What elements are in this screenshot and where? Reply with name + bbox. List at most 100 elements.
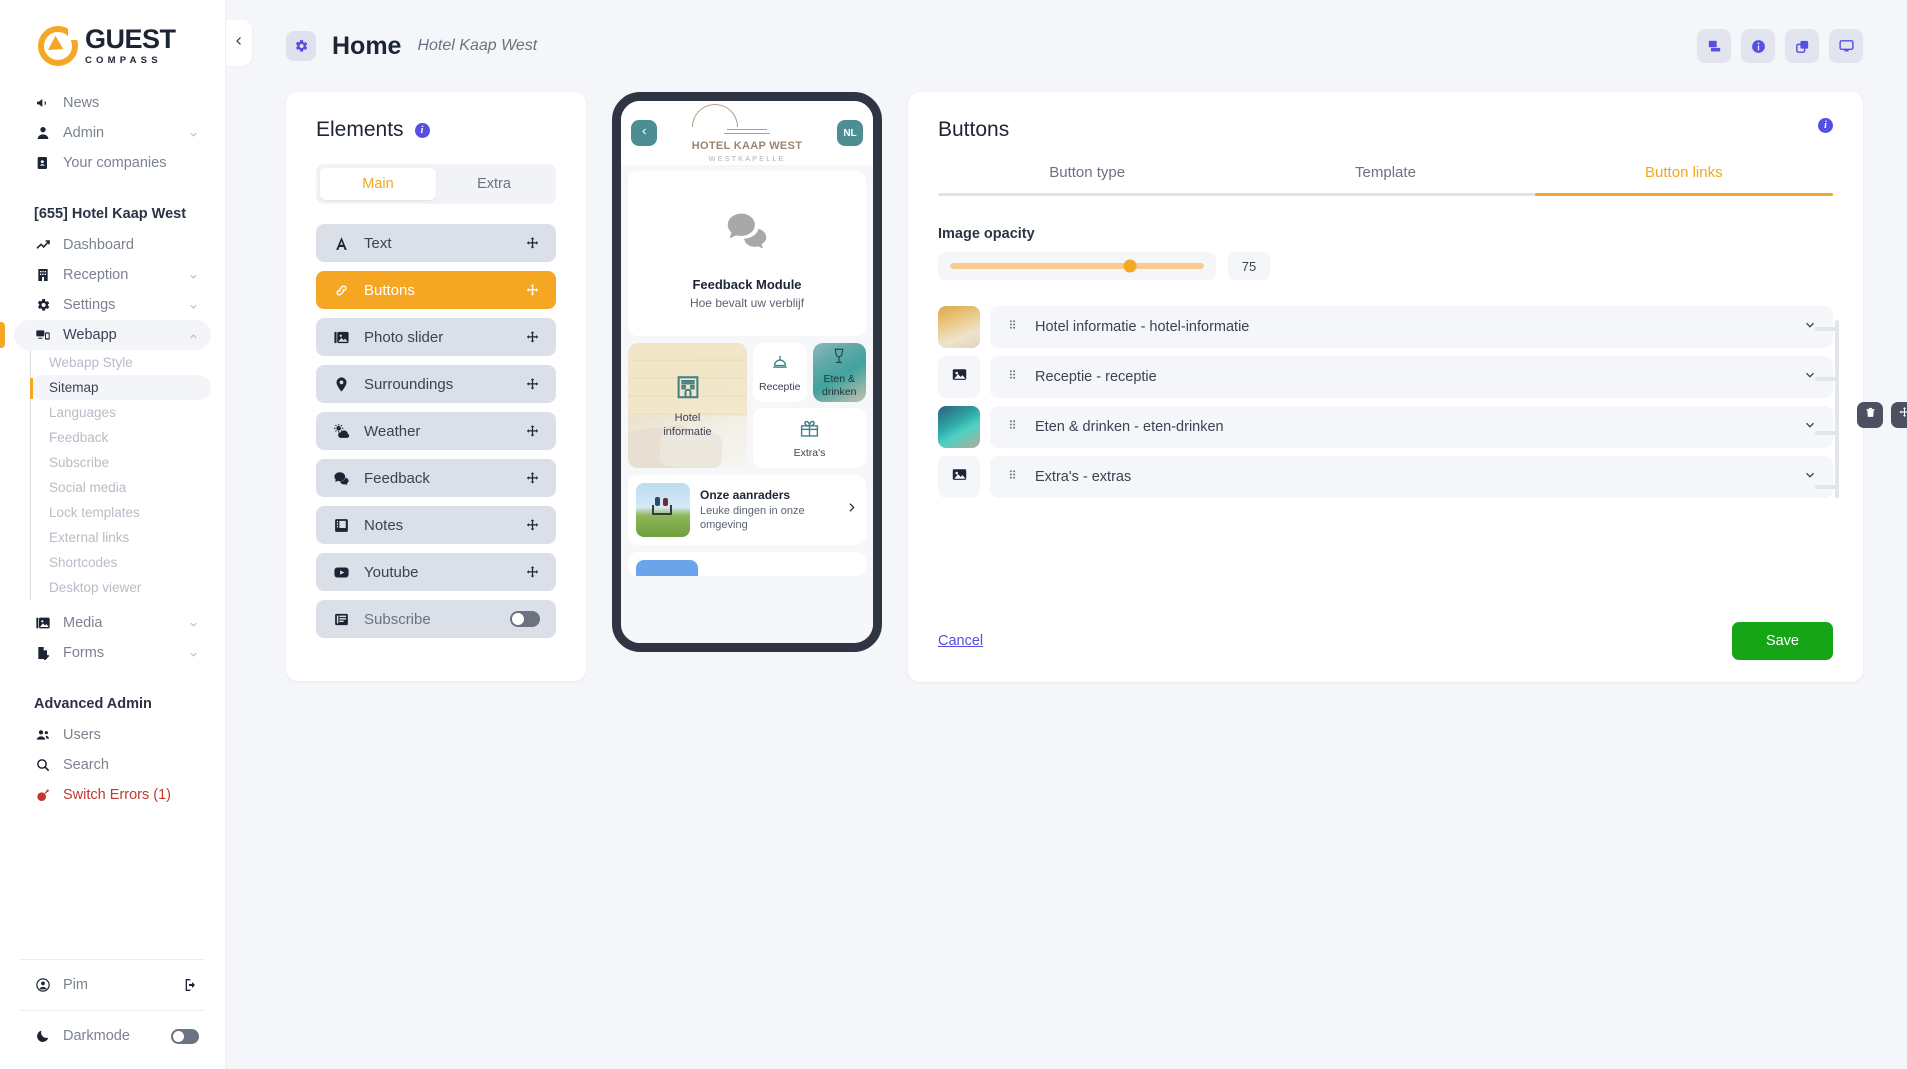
info-button[interactable] xyxy=(1741,29,1775,63)
phone-tile-receptie[interactable]: Receptie xyxy=(753,343,807,402)
tab-template[interactable]: Template xyxy=(1236,164,1534,193)
elements-tabs: Main Extra xyxy=(316,164,556,204)
sidebar-item-webapp[interactable]: Webapp xyxy=(0,320,211,350)
sidebar-subitem-feedback[interactable]: Feedback xyxy=(31,425,211,450)
sidebar-item-switch-errors[interactable]: Switch Errors (1) xyxy=(14,780,211,810)
sidebar-item-news[interactable]: News xyxy=(14,88,211,118)
element-item-notes[interactable]: Notes xyxy=(316,506,556,544)
image-opacity-value[interactable]: 75 xyxy=(1228,252,1270,280)
brand-logo[interactable]: GUEST COMPASS xyxy=(0,0,225,88)
button-link-thumbnail[interactable] xyxy=(938,406,980,448)
move-arrows-icon[interactable] xyxy=(525,283,540,298)
sidebar-subitem-webapp-style[interactable]: Webapp Style xyxy=(31,350,211,375)
element-item-surroundings[interactable]: Surroundings xyxy=(316,365,556,403)
tab-button-type[interactable]: Button type xyxy=(938,164,1236,193)
slider-thumb[interactable] xyxy=(1123,259,1137,273)
sidebar-collapse-button[interactable] xyxy=(226,20,252,66)
sidebar-item-your-companies[interactable]: Your companies xyxy=(14,148,211,178)
sidebar-subitem-languages[interactable]: Languages xyxy=(31,400,211,425)
button-link-item[interactable]: Extra's - extras xyxy=(990,456,1833,498)
button-link-item[interactable]: Receptie - receptie xyxy=(990,356,1833,398)
sidebar-subitem-social-media[interactable]: Social media xyxy=(31,475,211,500)
move-arrows-icon[interactable] xyxy=(525,330,540,345)
button-link-thumbnail[interactable] xyxy=(938,456,980,498)
info-circle-icon[interactable]: i xyxy=(414,122,430,138)
sidebar-subitem-lock-templates[interactable]: Lock templates xyxy=(31,500,211,525)
phone-tile-hotel-informatie[interactable]: Hotel informatie xyxy=(628,343,747,468)
phone-back-button[interactable] xyxy=(631,120,657,146)
sidebar-subitem-shortcodes[interactable]: Shortcodes xyxy=(31,550,211,575)
element-item-youtube[interactable]: Youtube xyxy=(316,553,556,591)
element-label: Subscribe xyxy=(364,610,431,628)
phone-recommendation-card[interactable]: Onze aanraders Leuke dingen in onze omge… xyxy=(628,475,866,545)
move-arrows-icon[interactable] xyxy=(525,377,540,392)
search-icon xyxy=(34,757,51,774)
companies-icon xyxy=(34,155,51,172)
main-area: Home Hotel Kaap West Elements i Main Ext… xyxy=(226,0,1907,1069)
sidebar-label: News xyxy=(63,95,100,111)
element-item-photo-slider[interactable]: Photo slider xyxy=(316,318,556,356)
sidebar-subitem-desktop-viewer[interactable]: Desktop viewer xyxy=(31,575,211,600)
account-circle-icon xyxy=(34,977,51,994)
element-item-subscribe[interactable]: Subscribe xyxy=(316,600,556,638)
subscribe-toggle[interactable] xyxy=(510,611,540,627)
element-item-feedback[interactable]: Feedback xyxy=(316,459,556,497)
move-arrows-icon[interactable] xyxy=(525,518,540,533)
button-link-thumbnail[interactable] xyxy=(938,356,980,398)
sidebar-subitem-external-links[interactable]: External links xyxy=(31,525,211,550)
cancel-button[interactable]: Cancel xyxy=(938,633,983,649)
image-opacity-slider[interactable] xyxy=(938,252,1216,280)
element-item-weather[interactable]: Weather xyxy=(316,412,556,450)
grip-dots-icon[interactable] xyxy=(1006,318,1019,336)
sidebar-item-forms[interactable]: Forms xyxy=(14,638,211,668)
grip-dots-icon[interactable] xyxy=(1006,368,1019,386)
move-group-button[interactable] xyxy=(1891,402,1907,428)
sidebar-item-search[interactable]: Search xyxy=(14,750,211,780)
sidebar-label: Settings xyxy=(63,297,116,313)
move-arrows-icon[interactable] xyxy=(525,236,540,251)
tab-main[interactable]: Main xyxy=(320,168,436,200)
move-arrows-icon[interactable] xyxy=(525,565,540,580)
sidebar-item-admin[interactable]: Admin xyxy=(14,118,211,148)
button-link-item[interactable]: Eten & drinken - eten-drinken xyxy=(990,406,1833,448)
tab-extra[interactable]: Extra xyxy=(436,168,552,200)
move-arrows-icon[interactable] xyxy=(525,424,540,439)
topbar-actions xyxy=(1697,29,1863,63)
sidebar-item-media[interactable]: Media xyxy=(14,608,211,638)
info-circle-icon[interactable]: i xyxy=(1818,118,1833,133)
phone-feedback-module[interactable]: Feedback Module Hoe bevalt uw verblijf xyxy=(628,171,866,336)
sidebar-item-settings[interactable]: Settings xyxy=(14,290,211,320)
button-link-label: Receptie - receptie xyxy=(1035,369,1157,385)
element-item-text[interactable]: Text xyxy=(316,224,556,262)
subscribe-icon xyxy=(332,611,350,628)
sidebar-darkmode-row[interactable]: Darkmode xyxy=(14,1021,211,1051)
logout-icon[interactable] xyxy=(182,977,199,994)
grip-dots-icon[interactable] xyxy=(1006,468,1019,486)
tab-button-links[interactable]: Button links xyxy=(1535,164,1833,193)
sidebar-subitem-sitemap[interactable]: Sitemap xyxy=(30,375,211,400)
duplicate-button[interactable] xyxy=(1785,29,1819,63)
phone-language-button[interactable]: NL xyxy=(837,120,863,146)
gear-icon[interactable] xyxy=(286,31,316,61)
button-link-thumbnail[interactable] xyxy=(938,306,980,348)
chevron-down-icon xyxy=(188,270,199,281)
sidebar-item-reception[interactable]: Reception xyxy=(14,260,211,290)
page-overview-button[interactable] xyxy=(1697,29,1731,63)
darkmode-toggle[interactable] xyxy=(171,1028,199,1044)
phone-tile-extras[interactable]: Extra's xyxy=(753,408,866,468)
sidebar-subitem-subscribe[interactable]: Subscribe xyxy=(31,450,211,475)
trash-icon xyxy=(1864,406,1877,424)
element-item-buttons[interactable]: Buttons xyxy=(316,271,556,309)
phone-tile-eten-drinken[interactable]: Eten & drinken xyxy=(812,343,866,402)
desktop-preview-button[interactable] xyxy=(1829,29,1863,63)
moon-icon xyxy=(34,1028,51,1045)
hotel-logo-name: HOTEL KAAP WEST xyxy=(691,139,803,152)
sidebar-item-user[interactable]: Pim xyxy=(14,970,211,1000)
delete-group-button[interactable] xyxy=(1857,402,1883,428)
sidebar-item-dashboard[interactable]: Dashboard xyxy=(14,230,211,260)
button-link-item[interactable]: Hotel informatie - hotel-informatie xyxy=(990,306,1833,348)
save-button[interactable]: Save xyxy=(1731,622,1833,660)
grip-dots-icon[interactable] xyxy=(1006,418,1019,436)
sidebar-item-users[interactable]: Users xyxy=(14,720,211,750)
move-arrows-icon[interactable] xyxy=(525,471,540,486)
